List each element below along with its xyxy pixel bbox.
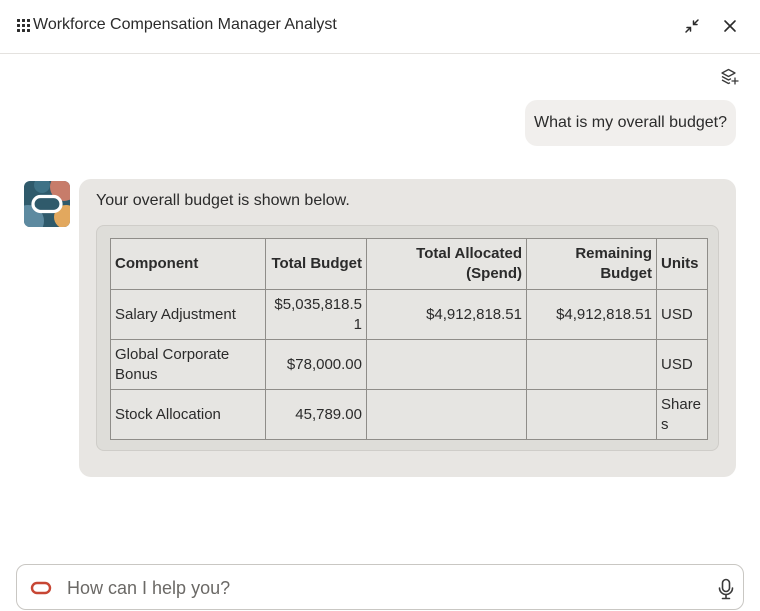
column-header-total-budget: Total Budget bbox=[265, 238, 367, 290]
cell-total-allocated: $4,912,818.51 bbox=[366, 289, 527, 340]
cell-total-budget: 45,789.00 bbox=[265, 389, 367, 440]
assistant-message-text: Your overall budget is shown below. bbox=[96, 192, 350, 209]
cell-total-budget: $5,035,818.51 bbox=[265, 289, 367, 340]
table-header-row: Component Total Budget Total Allocated (… bbox=[110, 238, 708, 290]
cell-units: USD bbox=[656, 339, 708, 390]
cell-component: Global Corporate Bonus bbox=[110, 339, 266, 390]
chat-input-box[interactable] bbox=[16, 564, 744, 610]
layers-add-button[interactable] bbox=[720, 67, 740, 87]
cell-component: Salary Adjustment bbox=[110, 289, 266, 340]
header-bar: Workforce Compensation Manager Analyst bbox=[0, 0, 760, 54]
close-button[interactable] bbox=[720, 16, 740, 36]
cell-total-budget: $78,000.00 bbox=[265, 339, 367, 390]
budget-table-card: Component Total Budget Total Allocated (… bbox=[96, 225, 719, 451]
column-header-remaining-budget: Remaining Budget bbox=[526, 238, 657, 290]
user-message-bubble: What is my overall budget? bbox=[525, 100, 736, 146]
cell-units: USD bbox=[656, 289, 708, 340]
microphone-icon bbox=[718, 578, 734, 600]
page-title: Workforce Compensation Manager Analyst bbox=[33, 16, 337, 33]
cell-remaining-budget bbox=[526, 339, 657, 390]
cell-component: Stock Allocation bbox=[110, 389, 266, 440]
minimize-button[interactable] bbox=[682, 16, 702, 36]
cell-remaining-budget bbox=[526, 389, 657, 440]
assistant-message-bubble: Your overall budget is shown below. Comp… bbox=[79, 179, 736, 477]
oracle-logo-icon bbox=[30, 581, 52, 595]
budget-table: Component Total Budget Total Allocated (… bbox=[110, 238, 708, 440]
minimize-icon bbox=[685, 19, 699, 33]
cell-total-allocated bbox=[366, 339, 527, 390]
oracle-avatar-icon bbox=[24, 181, 70, 227]
cell-remaining-budget: $4,912,818.51 bbox=[526, 289, 657, 340]
user-message-text: What is my overall budget? bbox=[534, 114, 727, 131]
table-row: Stock Allocation 45,789.00 Shares bbox=[110, 389, 708, 440]
table-row: Global Corporate Bonus $78,000.00 USD bbox=[110, 339, 708, 390]
cell-total-allocated bbox=[366, 389, 527, 440]
cell-units: Shares bbox=[656, 389, 708, 440]
chat-input[interactable] bbox=[67, 575, 687, 601]
table-row: Salary Adjustment $5,035,818.51 $4,912,8… bbox=[110, 289, 708, 340]
close-icon bbox=[724, 20, 736, 32]
microphone-button[interactable] bbox=[717, 578, 735, 600]
column-header-total-allocated: Total Allocated (Spend) bbox=[366, 238, 527, 290]
assistant-avatar bbox=[24, 181, 70, 227]
column-header-units: Units bbox=[656, 238, 708, 290]
grid-menu-icon[interactable] bbox=[17, 19, 30, 32]
layers-add-icon bbox=[721, 68, 739, 85]
column-header-component: Component bbox=[110, 238, 266, 290]
